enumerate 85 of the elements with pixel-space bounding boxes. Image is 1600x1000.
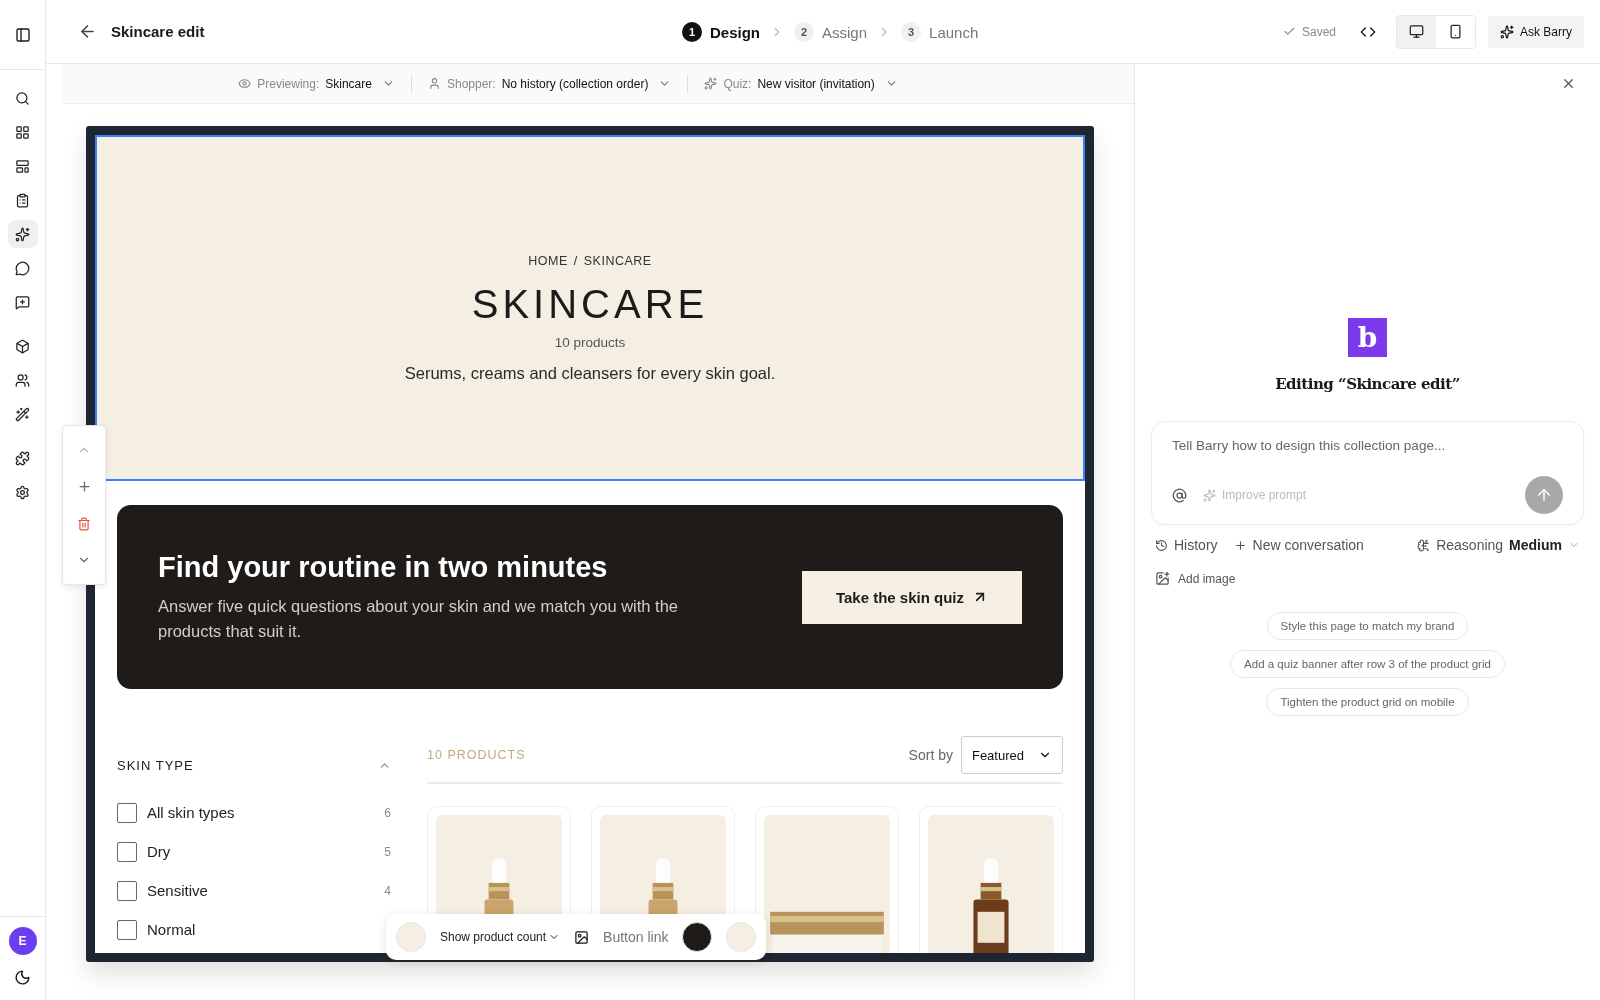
page-title: Skincare edit xyxy=(111,23,205,40)
collection-description: Serums, creams and cleansers for every skin goal. xyxy=(404,363,776,383)
filter-title: SKIN TYPE xyxy=(117,758,194,773)
image-plus-icon xyxy=(1155,571,1170,586)
layout-icon xyxy=(15,158,30,174)
saved-status: Saved xyxy=(1282,24,1336,39)
monitor-icon xyxy=(1409,24,1424,39)
delete-button[interactable] xyxy=(77,516,91,531)
desktop-view-button[interactable] xyxy=(1397,15,1436,48)
filter-count: 6 xyxy=(384,805,391,820)
suggestion-chip[interactable]: Tighten the product grid on mobile xyxy=(1266,688,1469,716)
user-icon xyxy=(427,77,441,90)
plus-icon xyxy=(1233,538,1247,552)
checkbox[interactable] xyxy=(117,919,137,940)
chat-bubble-icon xyxy=(15,260,30,276)
suggestion-chip[interactable]: Style this page to match my brand xyxy=(1266,612,1469,640)
back-icon[interactable] xyxy=(78,22,97,41)
close-button[interactable] xyxy=(1561,76,1576,91)
brain-icon xyxy=(1417,538,1431,552)
sparkles-icon xyxy=(1500,24,1514,39)
product-count: 10 products xyxy=(554,334,626,350)
puzzle-icon xyxy=(15,450,30,466)
filter-label: All skin types xyxy=(147,804,236,821)
banner-title: Find your routine in two minutes xyxy=(158,550,609,584)
close-icon xyxy=(1561,76,1576,91)
image-icon[interactable] xyxy=(574,929,590,945)
sparkles-icon xyxy=(1203,488,1216,502)
color-swatch[interactable] xyxy=(726,922,757,952)
logo: b xyxy=(1348,318,1387,357)
sparkles-icon xyxy=(704,77,718,90)
settings-icon xyxy=(15,484,30,500)
reasoning-dropdown[interactable]: Reasoning Medium xyxy=(1417,537,1580,553)
product-card[interactable] xyxy=(919,806,1063,953)
search-icon xyxy=(15,90,30,106)
new-conversation-button[interactable]: New conversation xyxy=(1233,537,1364,553)
color-swatch[interactable] xyxy=(396,922,426,952)
filter-count: 5 xyxy=(384,844,391,859)
step-tab[interactable]: 3 Launch xyxy=(901,22,979,42)
assistant-title: Editing “Skincare edit” xyxy=(1275,375,1460,393)
user-avatar[interactable]: E xyxy=(8,927,37,955)
add-image-button[interactable]: Add image xyxy=(1155,571,1236,586)
eye-icon xyxy=(238,77,252,90)
add-button[interactable] xyxy=(76,479,92,495)
suggestion-chip[interactable]: Add a quiz banner after row 3 of the product grid xyxy=(1230,650,1505,678)
breadcrumb: HOME / SKINCARE xyxy=(528,253,652,268)
filter-label: Sensitive xyxy=(147,882,209,899)
product-count-dropdown[interactable]: Show product count xyxy=(440,930,561,944)
checkbox[interactable] xyxy=(117,841,137,862)
checkbox[interactable] xyxy=(117,802,137,823)
products-count: 10 PRODUCTS xyxy=(427,748,527,762)
step-tab[interactable]: 2 Assign xyxy=(794,22,868,42)
button-link-field[interactable]: Button link xyxy=(603,929,669,945)
quiz-button[interactable]: Take the skin quiz xyxy=(802,570,1022,624)
filter-count: 4 xyxy=(384,883,391,898)
clipboard-icon xyxy=(15,192,30,208)
sidebar-toggle-icon[interactable] xyxy=(14,26,31,43)
sort-dropdown[interactable]: Featured xyxy=(960,736,1063,774)
users-icon xyxy=(15,372,30,388)
banner-text: Answer five quick questions about your skin and we match you with the products that suit it. xyxy=(158,595,680,642)
step-tab[interactable]: 1 Design xyxy=(682,22,760,42)
phone-icon xyxy=(1448,24,1463,39)
ask-barry-button[interactable]: Ask Barry xyxy=(1488,15,1584,48)
collection-title: SKINCARE xyxy=(471,281,709,327)
check-icon xyxy=(1282,25,1296,38)
preview-dropdown[interactable]: Previewing: Skincare xyxy=(238,76,395,91)
mention-icon[interactable] xyxy=(1172,487,1187,503)
grid-icon xyxy=(15,124,30,140)
chat-plus-icon xyxy=(15,294,30,310)
color-swatch[interactable] xyxy=(682,922,713,952)
sparkles-button[interactable] xyxy=(7,220,38,248)
plus-icon xyxy=(76,479,92,495)
filter-label: Dry xyxy=(147,843,172,860)
moon-icon[interactable] xyxy=(14,969,31,986)
hero-section[interactable]: HOME / SKINCARE SKINCARE 10 products Serums, creams and cleansers for every skin goal. xyxy=(95,135,1085,481)
filter-label: Normal xyxy=(147,921,197,938)
preview-dropdown[interactable]: Shopper: No history (collection order) xyxy=(427,76,672,91)
sparkles-icon xyxy=(15,226,30,242)
trash-icon xyxy=(77,516,91,531)
magic-wand-icon xyxy=(15,406,30,422)
cube-icon xyxy=(15,338,30,354)
sort-label: Sort by xyxy=(908,747,953,763)
history-icon xyxy=(1155,538,1168,552)
history-button[interactable]: History xyxy=(1155,537,1218,553)
checkbox[interactable] xyxy=(117,880,137,901)
preview-dropdown[interactable]: Quiz: New visitor (invitation) xyxy=(704,76,898,91)
